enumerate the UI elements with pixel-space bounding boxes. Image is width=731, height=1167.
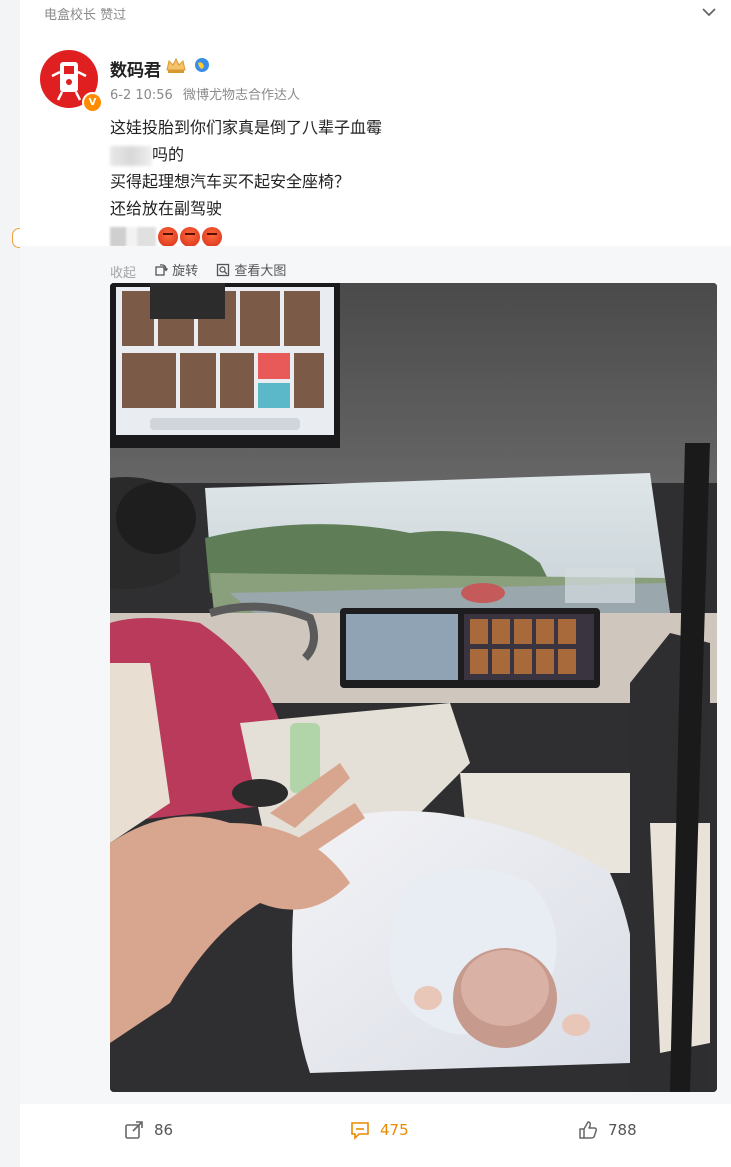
like-button[interactable]: 788 <box>578 1120 637 1140</box>
crown-icon <box>166 57 186 73</box>
repost-icon <box>125 1121 143 1139</box>
verified-badge: V <box>82 92 103 113</box>
post-source: 微博尤物志合作达人 <box>182 88 300 103</box>
liked-by-bar: 电盒校长 赞过 <box>20 0 731 28</box>
collapse-button[interactable]: 收起 <box>110 262 136 281</box>
angry-emoji-icon <box>180 226 200 247</box>
repost-button[interactable]: 86 <box>124 1120 173 1140</box>
post-line-2: 吗的 <box>110 141 382 168</box>
chevron-down-icon[interactable] <box>699 2 719 22</box>
post-line-5 <box>110 222 382 249</box>
collapse-label: 收起 <box>110 265 137 281</box>
comment-icon <box>351 1122 369 1140</box>
rotate-label: 旋转 <box>172 264 199 279</box>
comment-count: 475 <box>380 1121 409 1139</box>
post-text: 这娃投胎到你们家真是倒了八辈子血霉 吗的 买得起理想汽车买不起安全座椅？ 还给放… <box>110 114 382 249</box>
like-count: 788 <box>608 1121 637 1139</box>
liked-by-text: 电盒校长 赞过 <box>44 8 127 23</box>
repost-count: 86 <box>154 1121 174 1139</box>
angry-emoji-icon <box>202 226 222 247</box>
post-line-1: 这娃投胎到你们家真是倒了八辈子血霉 <box>110 118 383 137</box>
rotate-icon <box>155 263 169 276</box>
author-name[interactable]: 数码君 <box>110 56 161 81</box>
post-line-2-text: 吗的 <box>152 145 185 164</box>
globe-icon <box>195 58 209 72</box>
post-actions: 86 475 788 <box>20 1104 731 1167</box>
angry-emoji-icon <box>158 226 178 247</box>
redacted-text <box>110 145 152 166</box>
post-photo[interactable] <box>110 283 717 1092</box>
weibo-post-card: 电盒校长 赞过 V 数码君 6-2 10:56 微博尤物志合作达人 这娃投胎到你… <box>20 0 731 1167</box>
redacted-text <box>110 226 156 247</box>
like-icon <box>579 1121 598 1139</box>
post-meta: 6-2 10:56 微博尤物志合作达人 <box>110 84 300 103</box>
rotate-button[interactable]: 旋转 <box>154 260 198 279</box>
comment-button[interactable]: 475 <box>350 1120 409 1140</box>
post-time[interactable]: 6-2 10:56 <box>110 88 173 103</box>
view-large-label: 查看大图 <box>234 264 287 279</box>
media-section: 收起 旋转 查看大图 <box>20 246 731 1104</box>
left-gutter <box>0 0 26 1167</box>
zoom-icon <box>217 263 230 276</box>
media-toolbar: 收起 旋转 查看大图 <box>110 260 300 281</box>
post-line-3: 买得起理想汽车买不起安全座椅？ <box>110 172 351 191</box>
post-line-4: 还给放在副驾驶 <box>110 199 223 218</box>
view-large-button[interactable]: 查看大图 <box>216 260 286 279</box>
